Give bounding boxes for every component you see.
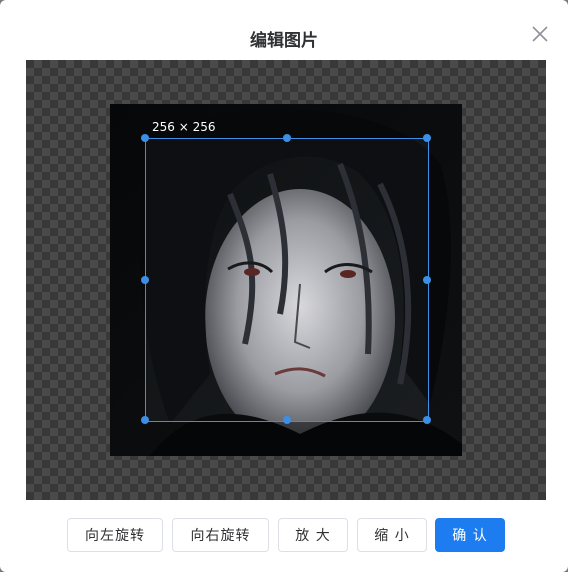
crop-handle-top-left[interactable] — [141, 134, 149, 142]
dialog-title: 编辑图片 — [250, 31, 318, 51]
dialog-footer: 向左旋转 向右旋转 放 大 缩 小 确 认 — [0, 518, 568, 552]
edit-image-dialog: 编辑图片 256 × 256 向左旋转 向右旋转 放 大 缩 小 确 认 — [0, 0, 568, 572]
crop-canvas[interactable]: 256 × 256 — [26, 60, 546, 500]
crop-handle-bottom[interactable] — [283, 416, 291, 424]
crop-size-label: 256 × 256 — [152, 120, 216, 134]
zoom-out-button[interactable]: 缩 小 — [357, 518, 427, 552]
crop-handle-bottom-left[interactable] — [141, 416, 149, 424]
crop-handle-top[interactable] — [283, 134, 291, 142]
confirm-button[interactable]: 确 认 — [435, 518, 505, 552]
zoom-in-button[interactable]: 放 大 — [278, 518, 348, 552]
crop-handle-bottom-right[interactable] — [423, 416, 431, 424]
rotate-right-button[interactable]: 向右旋转 — [172, 518, 269, 552]
crop-handle-top-right[interactable] — [423, 134, 431, 142]
crop-box[interactable]: 256 × 256 — [141, 120, 431, 424]
crop-handle-left[interactable] — [141, 276, 149, 284]
close-icon[interactable] — [530, 24, 550, 44]
rotate-left-button[interactable]: 向左旋转 — [67, 518, 163, 552]
crop-handle-right[interactable] — [423, 276, 431, 284]
